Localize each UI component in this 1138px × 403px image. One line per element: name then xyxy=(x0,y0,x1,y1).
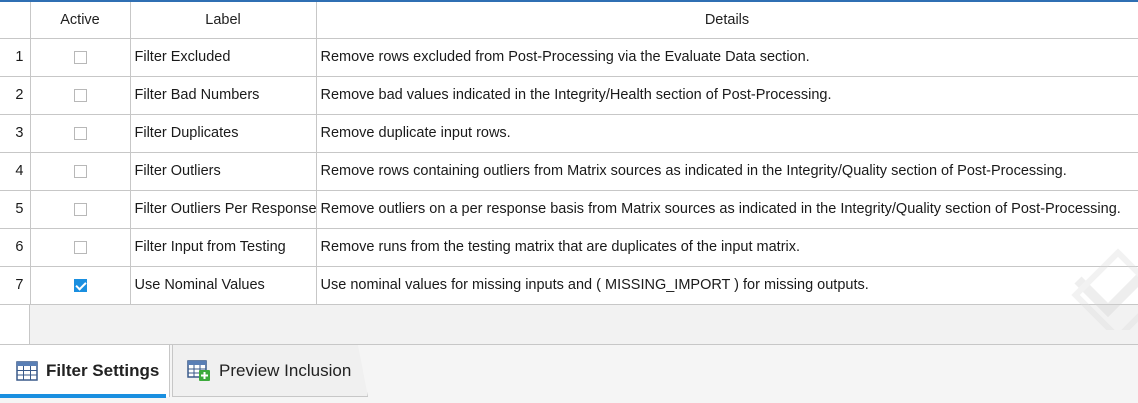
filter-table-container: Active Label Details 1 Filter Excluded Rem… xyxy=(0,2,1138,344)
filter-table: Active Label Details 1 Filter Excluded Rem… xyxy=(0,2,1138,305)
active-cell[interactable] xyxy=(30,114,131,153)
active-cell[interactable] xyxy=(30,228,131,267)
details-cell[interactable]: Remove bad values indicated in the Integ… xyxy=(316,76,1138,115)
row-index[interactable]: 2 xyxy=(0,76,31,115)
column-header-active[interactable]: Active xyxy=(30,2,131,39)
active-cell[interactable] xyxy=(30,38,131,77)
label-cell[interactable]: Filter Excluded xyxy=(130,38,317,77)
active-cell[interactable] xyxy=(30,190,131,229)
table-grid-icon xyxy=(16,361,38,381)
active-checkbox[interactable] xyxy=(73,50,87,64)
label-cell[interactable]: Filter Outliers xyxy=(130,152,317,191)
label-cell[interactable]: Filter Bad Numbers xyxy=(130,76,317,115)
tab-label: Preview Inclusion xyxy=(219,360,352,380)
active-cell[interactable] xyxy=(30,76,131,115)
table-header-row: Active Label Details xyxy=(0,2,1138,39)
row-index[interactable]: 5 xyxy=(0,190,31,229)
label-cell[interactable]: Filter Input from Testing xyxy=(130,228,317,267)
corner-header[interactable] xyxy=(0,2,31,39)
active-checkbox[interactable] xyxy=(73,240,87,254)
table-add-icon xyxy=(187,359,210,381)
details-cell[interactable]: Remove duplicate input rows. xyxy=(316,114,1138,153)
table-row[interactable]: 5 Filter Outliers Per Response Remove outl… xyxy=(0,190,1138,229)
details-cell[interactable]: Use nominal values for missing inputs an… xyxy=(316,266,1138,305)
details-cell[interactable]: Remove rows containing outliers from Mat… xyxy=(316,152,1138,191)
tab-filter-settings[interactable]: Filter Settings xyxy=(0,345,170,398)
table-row[interactable]: 3 Filter Duplicates Remove duplicate input… xyxy=(0,114,1138,153)
active-checkbox[interactable] xyxy=(73,88,87,102)
table-row[interactable]: 1 Filter Excluded Remove rows excluded fro… xyxy=(0,38,1138,77)
table-empty-area xyxy=(0,305,1138,344)
label-cell[interactable]: Filter Outliers Per Response xyxy=(130,190,317,229)
table-row[interactable]: 2 Filter Bad Numbers Remove bad values ind… xyxy=(0,76,1138,115)
active-checkbox[interactable] xyxy=(73,278,87,292)
row-index[interactable]: 3 xyxy=(0,114,31,153)
column-header-details[interactable]: Details xyxy=(316,2,1138,39)
active-checkbox[interactable] xyxy=(73,126,87,140)
label-cell[interactable]: Use Nominal Values xyxy=(130,266,317,305)
tab-preview-inclusion[interactable]: Preview Inclusion xyxy=(172,345,368,397)
active-checkbox[interactable] xyxy=(73,202,87,216)
row-index[interactable]: 6 xyxy=(0,228,31,267)
details-cell[interactable]: Remove outliers on a per response basis … xyxy=(316,190,1138,229)
table-row[interactable]: 4 Filter Outliers Remove rows containing o… xyxy=(0,152,1138,191)
tab-label: Filter Settings xyxy=(46,361,160,380)
row-index[interactable]: 4 xyxy=(0,152,31,191)
table-row[interactable]: 7 Use Nominal Values Use nominal values fo… xyxy=(0,266,1138,305)
bottom-tab-bar: Filter Settings Preview Inclusion xyxy=(0,344,1138,403)
row-index[interactable]: 7 xyxy=(0,266,31,305)
active-tab-indicator xyxy=(0,394,166,398)
details-cell[interactable]: Remove runs from the testing matrix that… xyxy=(316,228,1138,267)
column-header-label[interactable]: Label xyxy=(130,2,317,39)
active-cell[interactable] xyxy=(30,152,131,191)
details-cell[interactable]: Remove rows excluded from Post-Processin… xyxy=(316,38,1138,77)
active-cell[interactable] xyxy=(30,266,131,305)
active-checkbox[interactable] xyxy=(73,164,87,178)
row-index[interactable]: 1 xyxy=(0,38,31,77)
empty-row-header xyxy=(0,305,30,344)
label-cell[interactable]: Filter Duplicates xyxy=(130,114,317,153)
table-row[interactable]: 6 Filter Input from Testing Remove runs fr… xyxy=(0,228,1138,267)
watermark-check-icon xyxy=(1071,248,1138,330)
